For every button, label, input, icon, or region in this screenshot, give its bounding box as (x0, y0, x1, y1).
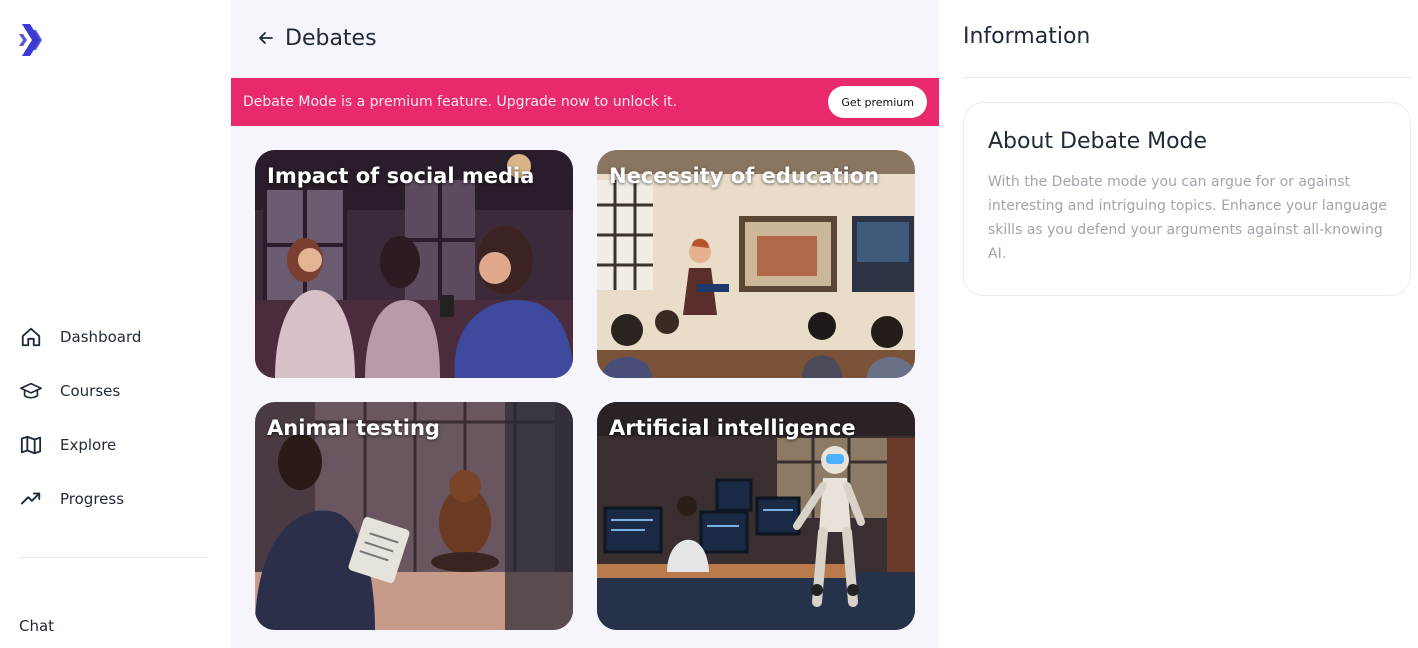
sidebar-item-courses[interactable]: Courses (19, 364, 219, 418)
map-icon (19, 433, 43, 457)
topic-title: Necessity of education (609, 164, 880, 188)
banner-text: Debate Mode is a premium feature. Upgrad… (243, 94, 677, 110)
sidebar-item-label: Dashboard (60, 328, 142, 346)
trending-up-icon (19, 487, 43, 511)
sidebar-item-label: Progress (60, 490, 125, 508)
info-title: Information (963, 24, 1091, 49)
info-divider (963, 77, 1411, 78)
sidebar-item-label: Explore (60, 436, 117, 454)
sidebar-item-label: Courses (60, 382, 121, 400)
sidebar-item-chat[interactable]: Chat (19, 617, 54, 635)
sidebar-item-progress[interactable]: Progress (19, 472, 219, 526)
topic-card-education[interactable]: Necessity of education (597, 150, 915, 378)
page-header: Debates (258, 22, 377, 54)
arrow-left-icon[interactable] (258, 29, 276, 47)
home-icon (19, 325, 43, 349)
topic-title: Impact of social media (267, 164, 535, 188)
sidebar-divider (19, 557, 207, 558)
about-card: About Debate Mode With the Debate mode y… (963, 102, 1411, 296)
topic-title: Artificial intelligence (609, 416, 856, 440)
sidebar-nav: Dashboard Courses Explore Progress (19, 310, 219, 526)
app-window: Dashboard Courses Explore Progress Chat … (0, 0, 1418, 648)
main-content: Debates Debate Mode is a premium feature… (231, 0, 939, 648)
graduation-cap-icon (19, 379, 43, 403)
page-title: Debates (285, 25, 377, 51)
topic-card-social-media[interactable]: Impact of social media (255, 150, 573, 378)
topic-title: Animal testing (267, 416, 440, 440)
topic-card-animal-testing[interactable]: Animal testing (255, 402, 573, 630)
premium-banner: Debate Mode is a premium feature. Upgrad… (231, 78, 939, 126)
topic-card-artificial-intelligence[interactable]: Artificial intelligence (597, 402, 915, 630)
about-title: About Debate Mode (988, 129, 1208, 154)
sidebar: Dashboard Courses Explore Progress Chat (0, 0, 231, 648)
sidebar-item-dashboard[interactable]: Dashboard (19, 310, 219, 364)
get-premium-button[interactable]: Get premium (828, 86, 927, 118)
info-panel: Information About Debate Mode With the D… (939, 0, 1418, 648)
brand-logo-icon[interactable] (18, 20, 50, 60)
sidebar-item-explore[interactable]: Explore (19, 418, 219, 472)
about-text: With the Debate mode you can argue for o… (988, 174, 1387, 262)
